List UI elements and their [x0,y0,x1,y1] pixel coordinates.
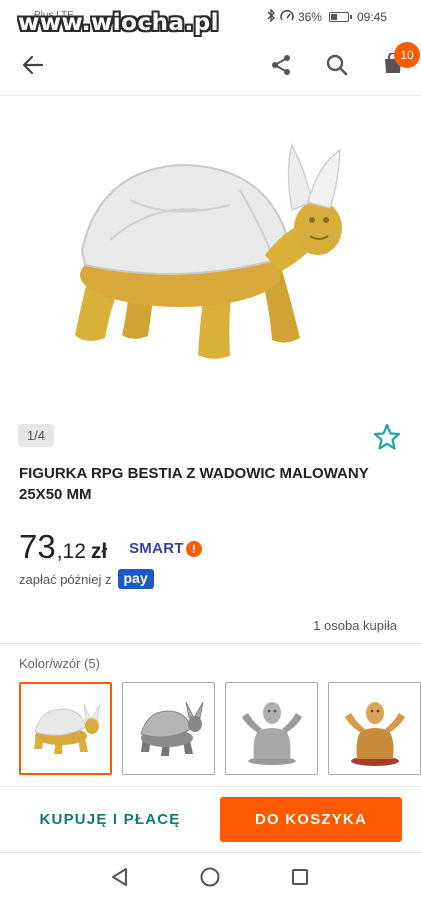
buyers-count: 1 osoba kupiła [313,618,397,633]
app-bar: 10 [0,34,421,96]
variants-label: Kolor/wzór (5) [19,656,100,671]
nav-recents-button[interactable] [288,865,312,889]
pay-later-label: zapłać później z [19,571,112,587]
price-decimal: ,12 [56,540,86,563]
cart-button[interactable]: 10 [376,42,420,82]
status-icons: 36% 09:45 [266,8,387,25]
favorite-button[interactable] [372,422,402,452]
divider [0,643,421,644]
buy-now-button[interactable]: KUPUJĘ I PŁACĘ [18,797,202,842]
variant-thumb-painted-turtle[interactable] [19,682,112,775]
circle-home-icon [200,867,220,887]
smart-info-icon: ! [185,540,202,557]
cart-badge: 10 [394,42,420,68]
clock: 09:45 [356,10,387,24]
price-currency: zł [90,540,108,563]
variant-list [19,682,421,775]
image-counter: 1/4 [18,424,54,447]
pay-later[interactable]: zapłać później z pay [19,569,154,589]
add-to-cart-button[interactable]: DO KOSZYKA [220,797,402,842]
nav-home-button[interactable] [198,865,222,889]
variant-thumb-painted-bust[interactable] [328,682,421,775]
share-icon [272,55,290,75]
status-bar: Plus LTE www.wiocha.pl 36% 09:45 [0,0,421,36]
divider [0,786,421,787]
pay-logo: pay [117,569,154,589]
square-recents-icon [292,869,308,885]
nav-back-button[interactable] [108,865,132,889]
arrow-left-icon [22,55,44,75]
variant-thumb-grey-turtle[interactable] [122,682,215,775]
search-icon [326,54,348,76]
pay-logo-text: pay [123,570,148,586]
product-title: FIGURKA RPG BESTIA Z WADOWIC MALOWANY 25… [19,465,369,503]
search-button[interactable] [320,48,354,82]
star-icon [373,423,401,450]
battery-icon [328,12,352,22]
battery-percent: 36% [297,10,322,24]
back-button[interactable] [16,48,50,82]
variant-thumb-grey-bust[interactable] [225,682,318,775]
triangle-back-icon [112,868,127,886]
speed-icon [280,9,294,25]
share-button[interactable] [264,48,298,82]
price-integer: 73 [19,528,56,565]
smart-badge[interactable]: SMART ! [129,540,202,557]
price: 73 ,12 zł [19,528,107,566]
system-nav-bar [0,852,421,900]
watermark: www.wiocha.pl [18,10,220,36]
product-image[interactable] [60,110,360,370]
smart-label: SMART [129,540,184,557]
bluetooth-icon [266,8,276,25]
